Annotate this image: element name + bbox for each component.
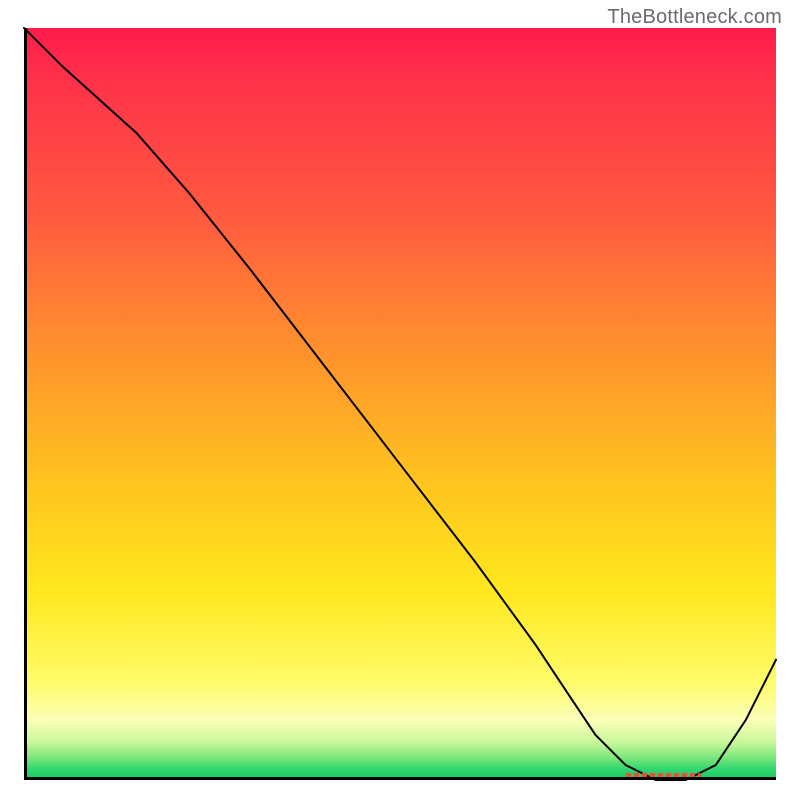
- watermark-text: TheBottleneck.com: [607, 6, 782, 29]
- chart-container: TheBottleneck.com: [0, 0, 800, 800]
- plot-frame: [24, 28, 776, 780]
- bottleneck-curve: [24, 28, 776, 780]
- y-axis: [24, 28, 27, 780]
- x-axis: [24, 777, 776, 780]
